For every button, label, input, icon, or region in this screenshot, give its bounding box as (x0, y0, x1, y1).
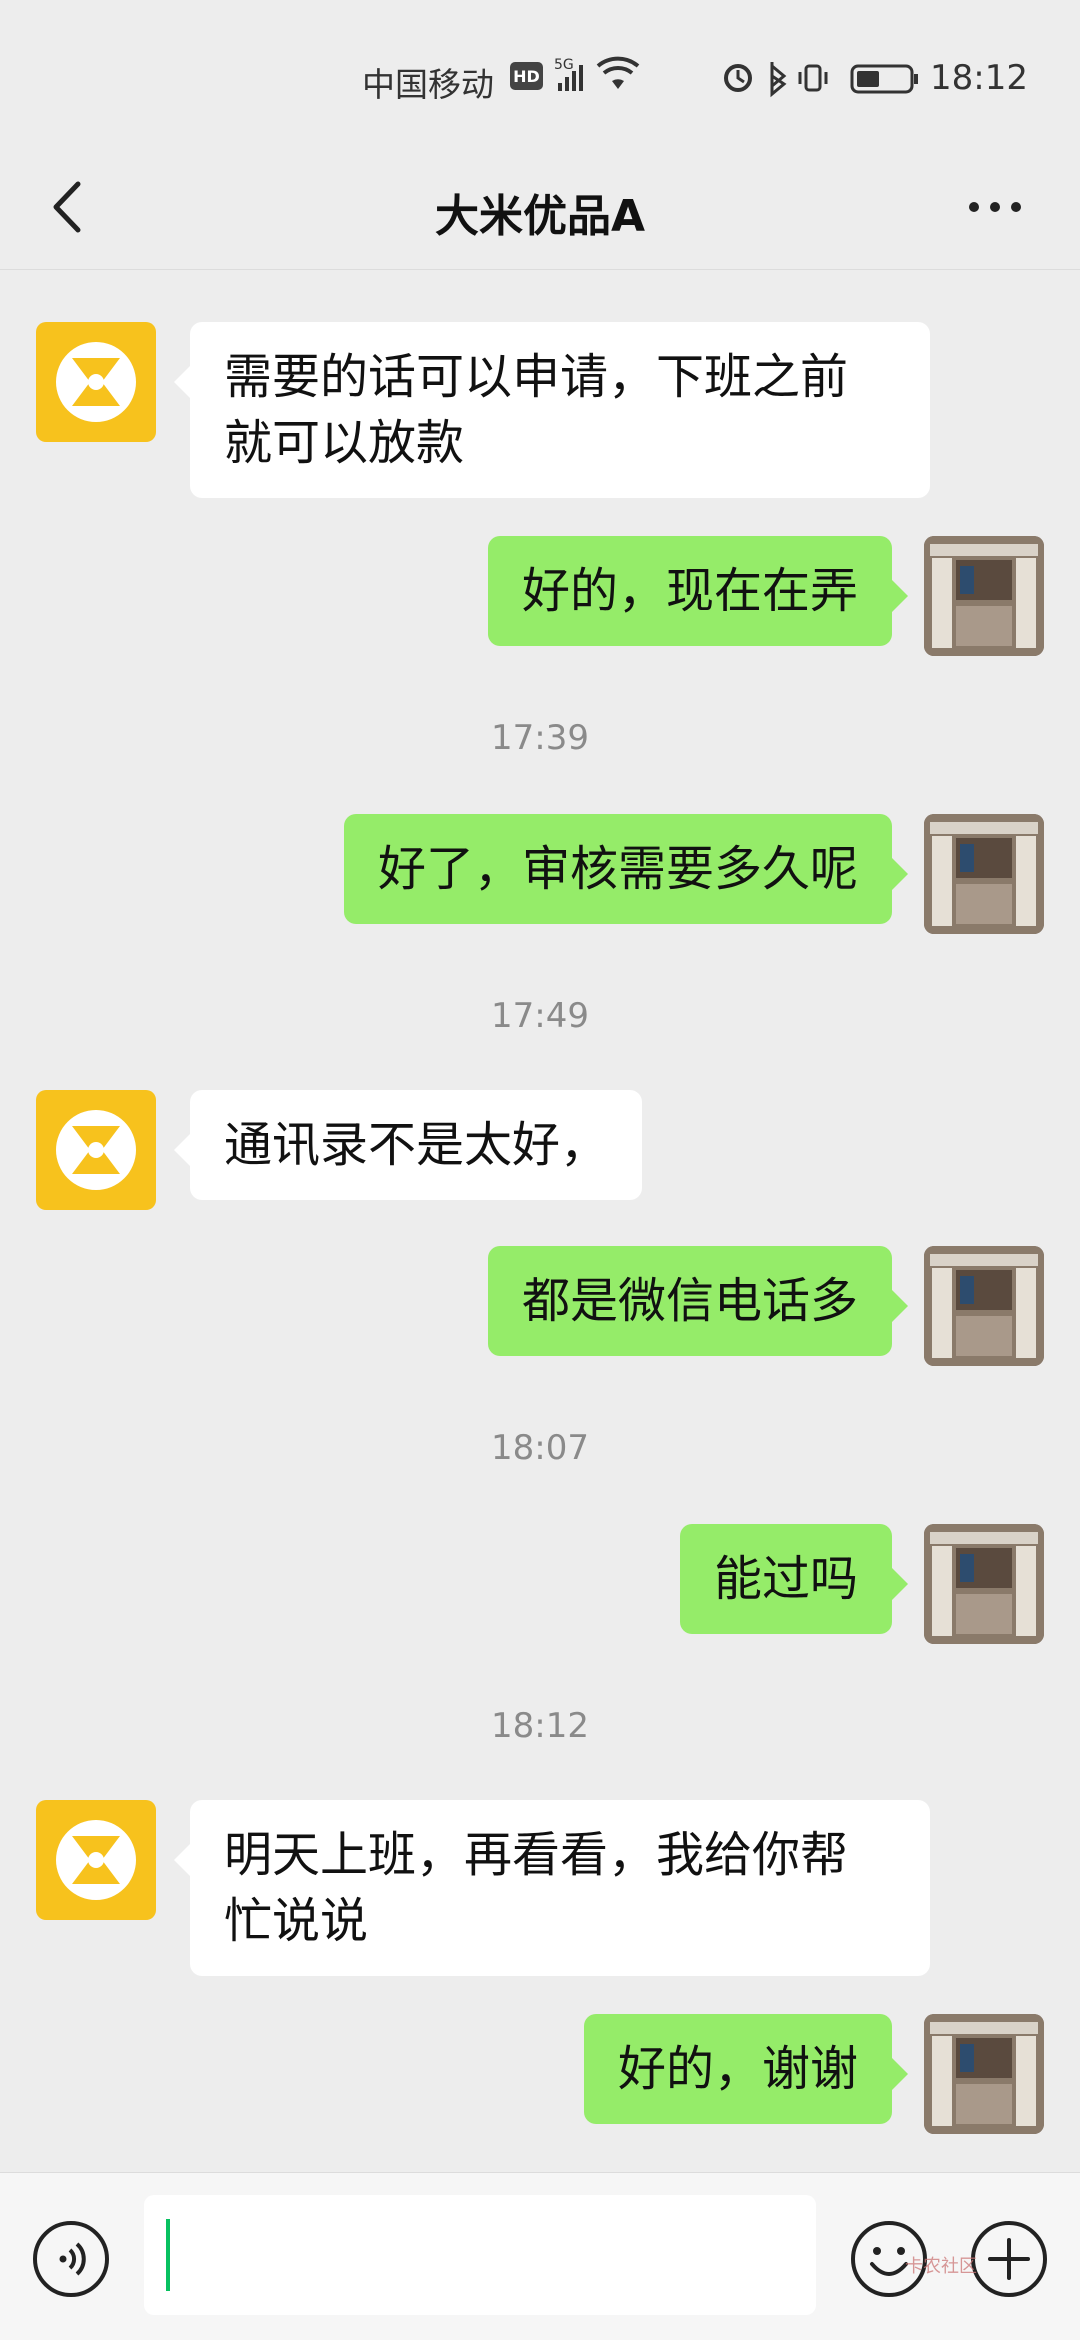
message-text-line: 忙说说 (224, 1893, 369, 1949)
system-status-icons (724, 62, 918, 98)
chat-title: 大米优品A (434, 191, 646, 242)
message-text: 好了，审核需要多久呢 (377, 841, 858, 897)
message-bubble-incoming[interactable]: 通讯录不是太好， (173, 1090, 643, 1200)
message-text-line: 需要的话可以申请，下班之前 (224, 349, 849, 405)
message-text: 好的，现在在弄 (521, 563, 858, 619)
vibrate-icon (804, 64, 822, 92)
watermark: 卡农社区 (905, 2256, 977, 2277)
message-text: 好的，谢谢 (617, 2041, 858, 2097)
message-text-line: 就可以放款 (224, 415, 465, 471)
message-bubble-incoming[interactable]: 需要的话可以申请，下班之前 就可以放款 (174, 322, 930, 498)
cabinet-photo-icon (924, 2014, 1044, 2134)
plus-icon[interactable] (968, 2218, 1050, 2300)
self-avatar[interactable] (924, 536, 1044, 656)
message-bubble-outgoing[interactable]: 好了，审核需要多久呢 (343, 814, 909, 924)
message-bubble-outgoing[interactable]: 好的，现在在弄 (487, 536, 909, 646)
message-text: 都是微信电话多 (521, 1273, 858, 1329)
cabinet-photo-icon (924, 536, 1044, 656)
status-bar: 中国移动 HD 5G 18:12 (0, 0, 1080, 150)
contact-avatar[interactable] (36, 1800, 156, 1920)
timestamp: 18:12 (491, 1706, 589, 1746)
self-avatar[interactable] (924, 2014, 1044, 2134)
contact-logo-icon (56, 342, 136, 422)
cabinet-photo-icon (924, 1524, 1044, 1644)
voice-icon[interactable] (30, 2218, 112, 2300)
more-dots-icon[interactable] (960, 172, 1030, 242)
bluetooth-icon (770, 62, 787, 98)
message-bubble-outgoing[interactable]: 都是微信电话多 (487, 1246, 909, 1356)
network-type-label: 5G (554, 57, 574, 73)
message-text: 能过吗 (713, 1551, 858, 1607)
contact-avatar[interactable] (36, 322, 156, 442)
contact-logo-icon (56, 1820, 136, 1900)
message-bubble-outgoing[interactable]: 好的，谢谢 (583, 2014, 909, 2124)
carrier-label: 中国移动 (362, 65, 494, 104)
contact-avatar[interactable] (36, 1090, 156, 1210)
clock: 18:12 (930, 58, 1028, 98)
text-caret (166, 2219, 170, 2291)
cabinet-photo-icon (924, 814, 1044, 934)
message-bubble-incoming[interactable]: 明天上班，再看看，我给你帮 忙说说 (174, 1800, 930, 1976)
hd-badge: HD (510, 62, 543, 90)
message-input[interactable] (144, 2195, 816, 2315)
self-avatar[interactable] (924, 814, 1044, 934)
self-avatar[interactable] (924, 1524, 1044, 1644)
signal-wifi-icons: 5G (554, 56, 640, 91)
timestamp: 17:49 (491, 996, 589, 1036)
cabinet-photo-icon (924, 1246, 1044, 1366)
self-avatar[interactable] (924, 1246, 1044, 1366)
message-text: 通讯录不是太好， (224, 1117, 609, 1173)
message-bubble-outgoing[interactable]: 能过吗 (679, 1524, 909, 1634)
message-text-line: 明天上班，再看看，我给你帮 (224, 1827, 849, 1883)
contact-logo-icon (56, 1110, 136, 1190)
chat-header: 大米优品A (0, 150, 1080, 270)
timestamp: 18:07 (491, 1428, 589, 1468)
timestamp: 17:39 (491, 718, 589, 758)
